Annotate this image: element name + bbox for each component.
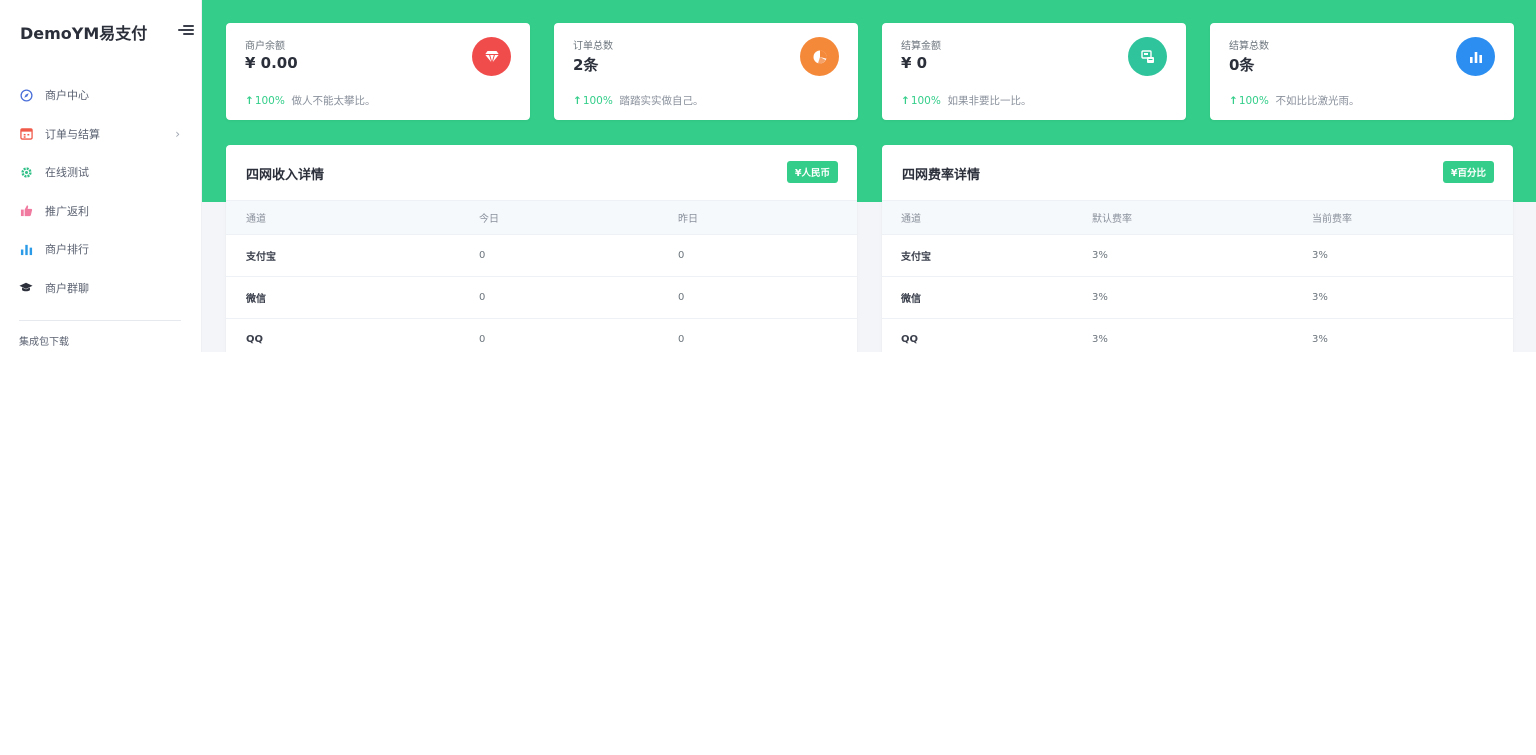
bar-chart-icon bbox=[19, 242, 33, 256]
table-row: 支付宝 0 0 bbox=[226, 235, 857, 277]
table-cell: 支付宝 bbox=[246, 252, 276, 263]
chevron-right-icon: › bbox=[175, 126, 180, 141]
gear-icon bbox=[19, 165, 33, 179]
table-cell: 3% bbox=[1312, 334, 1328, 345]
stat-value: ¥ 0.00 bbox=[245, 54, 298, 72]
bar-chart-icon bbox=[1456, 37, 1495, 76]
column-header: 当前费率 bbox=[1312, 214, 1352, 225]
sidebar-item-label: 商户中心 bbox=[45, 89, 89, 103]
stat-note: 如果非要比一比。 bbox=[947, 95, 1032, 107]
currency-badge[interactable]: ¥人民币 bbox=[786, 161, 838, 183]
table-cell: 0 bbox=[479, 292, 486, 303]
menu-toggle-icon[interactable] bbox=[178, 22, 194, 38]
stat-card-orders: 订单总数 2条 ↑100% 踏踏实实做自己。 bbox=[554, 23, 858, 120]
income-panel: 四网收入详情 ¥人民币 通道 今日 昨日 支付宝 0 0 微信 0 0 QQ 0… bbox=[226, 145, 857, 352]
sidebar-item-label: 在线测试 bbox=[45, 166, 89, 180]
stat-percent: 100% bbox=[1238, 95, 1269, 107]
table-cell: 3% bbox=[1092, 250, 1108, 261]
sidebar-item-label: 订单与结算 bbox=[45, 127, 100, 141]
cash-register-icon bbox=[1128, 37, 1167, 76]
stat-card-settlement-amount: 结算金额 ¥ 0 ↑100% 如果非要比一比。 bbox=[882, 23, 1186, 120]
sidebar-item-group-chat[interactable]: 商户群聊 bbox=[0, 269, 202, 308]
table-cell: 0 bbox=[678, 292, 685, 303]
table-cell: 3% bbox=[1092, 292, 1108, 303]
pie-chart-icon bbox=[800, 37, 839, 76]
rate-table: 通道 默认费率 当前费率 支付宝 3% 3% 微信 3% 3% QQ 3% 3% bbox=[882, 200, 1513, 352]
table-header-row: 通道 默认费率 当前费率 bbox=[882, 200, 1513, 235]
table-cell: 3% bbox=[1312, 250, 1328, 261]
stat-value: ¥ 0 bbox=[901, 54, 928, 72]
sidebar-item-ranking[interactable]: 商户排行 bbox=[0, 230, 202, 269]
table-cell: 微信 bbox=[246, 294, 266, 305]
sidebar-menu: 商户中心 订单与结算 › 在线测试 推广返利 商户排行 商户群聊 bbox=[0, 76, 202, 307]
stat-title: 订单总数 bbox=[573, 41, 613, 52]
sidebar-item-merchant-center[interactable]: 商户中心 bbox=[0, 76, 202, 115]
table-cell: 0 bbox=[479, 250, 486, 261]
sidebar-item-label: 推广返利 bbox=[45, 204, 89, 218]
table-row: QQ 3% 3% bbox=[882, 319, 1513, 352]
diamond-icon bbox=[472, 37, 511, 76]
sidebar-item-online-test[interactable]: 在线测试 bbox=[0, 153, 202, 192]
stat-footnote: ↑100% 如果非要比一比。 bbox=[901, 93, 1032, 108]
stat-percent: 100% bbox=[910, 95, 941, 107]
stat-footnote: ↑100% 做人不能太攀比。 bbox=[245, 93, 376, 108]
table-cell: 微信 bbox=[901, 294, 921, 305]
stat-value: 0条 bbox=[1229, 56, 1255, 74]
stat-title: 商户余额 bbox=[245, 41, 285, 52]
panel-title: 四网费率详情 bbox=[902, 168, 981, 183]
table-cell: 支付宝 bbox=[901, 252, 931, 263]
stat-value: 2条 bbox=[573, 56, 599, 74]
stat-card-balance: 商户余额 ¥ 0.00 ↑100% 做人不能太攀比。 bbox=[226, 23, 530, 120]
sidebar-item-label: 商户排行 bbox=[45, 243, 89, 257]
table-cell: 3% bbox=[1092, 334, 1108, 345]
sidebar-divider bbox=[19, 320, 181, 321]
arrow-up-icon: ↑ bbox=[901, 95, 910, 107]
table-row: 微信 3% 3% bbox=[882, 277, 1513, 319]
stat-card-settlement-count: 结算总数 0条 ↑100% 不如比比激光雨。 bbox=[1210, 23, 1514, 120]
arrow-up-icon: ↑ bbox=[245, 95, 254, 107]
graduation-cap-icon bbox=[19, 281, 33, 295]
column-header: 通道 bbox=[246, 214, 266, 225]
stat-note: 踏踏实实做自己。 bbox=[619, 95, 704, 107]
rate-panel: 四网费率详情 ¥百分比 通道 默认费率 当前费率 支付宝 3% 3% 微信 3%… bbox=[882, 145, 1513, 352]
stat-percent: 100% bbox=[582, 95, 613, 107]
table-row: QQ 0 0 bbox=[226, 319, 857, 352]
table-row: 微信 0 0 bbox=[226, 277, 857, 319]
stat-footnote: ↑100% 不如比比激光雨。 bbox=[1229, 93, 1360, 108]
stat-percent: 100% bbox=[254, 95, 285, 107]
column-header: 通道 bbox=[901, 214, 921, 225]
table-row: 支付宝 3% 3% bbox=[882, 235, 1513, 277]
stat-note: 不如比比激光雨。 bbox=[1275, 95, 1360, 107]
panel-title: 四网收入详情 bbox=[246, 168, 325, 183]
arrow-up-icon: ↑ bbox=[573, 95, 582, 107]
table-cell: QQ bbox=[246, 334, 264, 345]
sidebar-item-promotion[interactable]: 推广返利 bbox=[0, 192, 202, 231]
table-cell: 0 bbox=[678, 334, 685, 345]
stat-title: 结算金额 bbox=[901, 41, 941, 52]
stat-footnote: ↑100% 踏踏实实做自己。 bbox=[573, 93, 704, 108]
thumbs-up-icon bbox=[19, 204, 33, 218]
compass-icon bbox=[19, 88, 33, 102]
arrow-up-icon: ↑ bbox=[1229, 95, 1238, 107]
sidebar-item-label: 商户群聊 bbox=[45, 281, 89, 295]
sidebar-item-orders-settlement[interactable]: 订单与结算 › bbox=[0, 115, 202, 154]
brand-title: DemoYM易支付 bbox=[20, 24, 148, 43]
calendar-icon bbox=[19, 127, 33, 141]
stat-note: 做人不能太攀比。 bbox=[291, 95, 376, 107]
table-header-row: 通道 今日 昨日 bbox=[226, 200, 857, 235]
table-cell: 0 bbox=[678, 250, 685, 261]
app-viewport: DemoYM易支付 商户中心 订单与结算 › 在线测试 推广返利 商户排行 商户… bbox=[0, 0, 1536, 352]
income-table: 通道 今日 昨日 支付宝 0 0 微信 0 0 QQ 0 0 bbox=[226, 200, 857, 352]
stat-title: 结算总数 bbox=[1229, 41, 1269, 52]
percent-badge[interactable]: ¥百分比 bbox=[1442, 161, 1494, 183]
column-header: 今日 bbox=[479, 214, 499, 225]
sidebar-section-downloads[interactable]: 集成包下载 bbox=[19, 333, 69, 348]
sidebar: DemoYM易支付 商户中心 订单与结算 › 在线测试 推广返利 商户排行 商户… bbox=[0, 0, 202, 352]
table-cell: QQ bbox=[901, 334, 919, 345]
table-cell: 0 bbox=[479, 334, 486, 345]
table-cell: 3% bbox=[1312, 292, 1328, 303]
column-header: 昨日 bbox=[678, 214, 698, 225]
column-header: 默认费率 bbox=[1092, 214, 1132, 225]
